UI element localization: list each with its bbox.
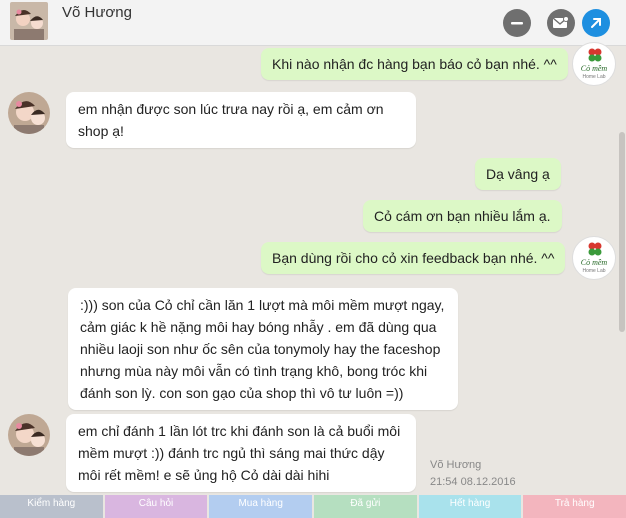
clover-logo-icon: Cỏ mềm Home Lab xyxy=(581,48,608,80)
outgoing-message: Cỏ cám ơn bạn nhiều lắm ạ. xyxy=(363,200,562,232)
svg-text:Home Lab: Home Lab xyxy=(582,268,605,274)
tab-mua-hang[interactable]: Mua hàng xyxy=(209,495,313,518)
shop-avatar: Cỏ mềm Home Lab xyxy=(572,236,616,280)
contact-avatar[interactable] xyxy=(8,92,50,134)
tab-kiem-hang[interactable]: Kiểm hàng xyxy=(0,495,103,518)
incoming-message: em nhận được son lúc trưa nay rồi ạ, em … xyxy=(66,92,416,148)
contact-name: Võ Hương xyxy=(62,4,132,21)
sender-name: Võ Hương xyxy=(430,459,482,471)
outgoing-message: Bạn dùng rồi cho cỏ xin feedback bạn nhé… xyxy=(261,242,566,274)
incoming-message: :))) son của Cỏ chỉ cần lăn 1 lượt mà mô… xyxy=(68,288,458,410)
minimize-button[interactable] xyxy=(503,9,531,37)
scrollbar-thumb[interactable] xyxy=(619,132,625,332)
tab-cau-hoi[interactable]: Câu hỏi xyxy=(104,495,208,518)
open-external-button[interactable] xyxy=(582,9,610,37)
outgoing-message: Khi nào nhận đc hàng bạn báo cỏ bạn nhé.… xyxy=(261,48,568,80)
arrow-up-right-icon xyxy=(591,18,601,28)
svg-text:Home Lab: Home Lab xyxy=(582,74,605,80)
message-meta: Võ Hương 21:54 08.12.2016 xyxy=(430,457,516,491)
contact-avatar[interactable] xyxy=(10,2,48,40)
mail-icon xyxy=(552,16,569,28)
mail-button[interactable] xyxy=(547,9,575,37)
message-timestamp: 21:54 08.12.2016 xyxy=(430,476,516,488)
outgoing-message: Dạ vâng ạ xyxy=(475,158,561,190)
incoming-message: em chỉ đánh 1 lần lót trc khi đánh son l… xyxy=(66,414,416,492)
tab-het-hang[interactable]: Hết hàng xyxy=(418,495,522,518)
chat-header: Võ Hương xyxy=(0,0,626,46)
clover-logo-icon: Cỏ mềm Home Lab xyxy=(581,242,608,274)
svg-text:Cỏ mềm: Cỏ mềm xyxy=(581,64,608,73)
shop-avatar: Cỏ mềm Home Lab xyxy=(572,42,616,86)
svg-text:Cỏ mềm: Cỏ mềm xyxy=(581,258,608,267)
chat-window: Võ Hương Khi nào nhận đc hàng bạn báo cỏ… xyxy=(0,0,626,518)
tab-da-gui[interactable]: Đã gửi xyxy=(314,495,417,518)
message-list[interactable]: Khi nào nhận đc hàng bạn báo cỏ bạn nhé.… xyxy=(0,42,626,494)
label-tabs: Kiểm hàng Câu hỏi Mua hàng Đã gửi Hết hà… xyxy=(0,495,626,518)
minus-circle-icon xyxy=(511,22,523,25)
tab-tra-hang[interactable]: Trả hàng xyxy=(523,495,626,518)
contact-avatar[interactable] xyxy=(8,414,50,456)
